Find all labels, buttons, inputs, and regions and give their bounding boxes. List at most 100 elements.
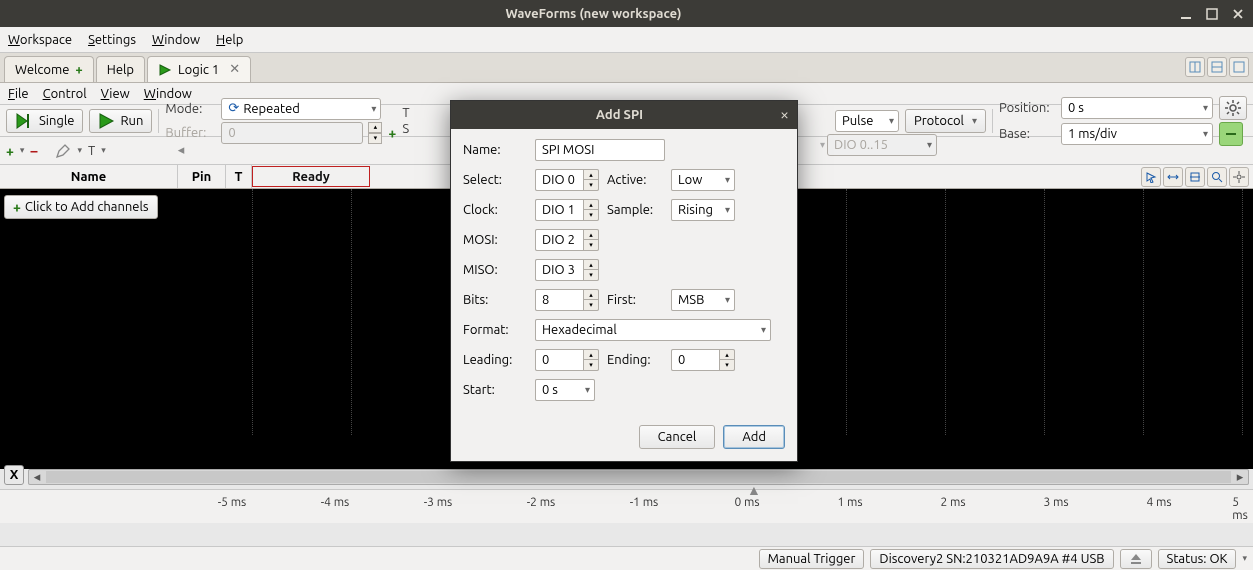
window-layout-button-1[interactable] bbox=[1185, 57, 1205, 77]
status-ready: Ready bbox=[252, 166, 370, 187]
zoom-h-icon[interactable] bbox=[1163, 167, 1183, 187]
play-icon bbox=[158, 63, 172, 77]
ending-spinner[interactable]: 0▴▾ bbox=[671, 349, 735, 371]
mode-label: Mode: bbox=[165, 102, 215, 116]
column-trigger: T bbox=[226, 165, 252, 188]
run-label: Run bbox=[120, 114, 143, 128]
dialog-close-icon[interactable]: × bbox=[780, 106, 789, 124]
tab-welcome[interactable]: Welcome + bbox=[4, 56, 94, 82]
tab-help[interactable]: Help bbox=[96, 56, 145, 82]
statusbar: Manual Trigger Discovery2 SN:210321AD9A9… bbox=[0, 546, 1253, 570]
manual-trigger-button[interactable]: Manual Trigger bbox=[759, 549, 865, 569]
edit-icon[interactable] bbox=[55, 143, 71, 159]
base-extra-button[interactable] bbox=[1219, 122, 1243, 146]
protocol-button[interactable]: Protocol▾ bbox=[905, 109, 986, 133]
miso-label: MISO: bbox=[463, 263, 527, 277]
tab-logic[interactable]: Logic 1 ✕ bbox=[147, 56, 251, 82]
magnifier-icon[interactable] bbox=[1207, 167, 1227, 187]
leading-spinner[interactable]: 0▴▾ bbox=[535, 349, 599, 371]
column-name: Name bbox=[0, 165, 178, 188]
cursor-icon[interactable] bbox=[1141, 167, 1161, 187]
position-select[interactable]: 0 s bbox=[1061, 97, 1213, 119]
select-label: Select: bbox=[463, 173, 527, 187]
repeat-icon: ⟳ bbox=[228, 101, 239, 116]
miso-spinner[interactable]: DIO 3▴▾ bbox=[535, 259, 599, 281]
submenu-control[interactable]: Control bbox=[43, 87, 87, 101]
device-status-button[interactable]: Discovery2 SN:210321AD9A9A #4 USB bbox=[870, 549, 1113, 569]
window-layout-button-2[interactable] bbox=[1207, 57, 1227, 77]
channel-list-panel: + Click to Add channels bbox=[0, 189, 252, 469]
select-spinner[interactable]: DIO 0▴▾ bbox=[535, 169, 599, 191]
dialog-titlebar[interactable]: Add SPI × bbox=[451, 101, 797, 129]
eject-icon[interactable] bbox=[1120, 549, 1152, 569]
clock-spinner[interactable]: DIO 1▴▾ bbox=[535, 199, 599, 221]
format-select[interactable]: Hexadecimal bbox=[535, 319, 771, 341]
scroll-right-icon[interactable]: ▸ bbox=[1232, 470, 1248, 485]
tab-help-label: Help bbox=[107, 63, 134, 77]
buffer-spinner: ▴▾ bbox=[368, 122, 382, 144]
single-label: Single bbox=[39, 114, 74, 128]
mosi-label: MOSI: bbox=[463, 233, 527, 247]
window-minimize-icon[interactable] bbox=[1179, 7, 1193, 21]
tick-label: 2 ms bbox=[940, 496, 965, 509]
tick-label: -2 ms bbox=[527, 496, 556, 509]
tick-label: 1 ms bbox=[837, 496, 862, 509]
scroll-left-icon[interactable]: ◂ bbox=[29, 470, 45, 485]
bits-spinner[interactable]: 8▴▾ bbox=[535, 289, 599, 311]
column-pin: Pin bbox=[178, 165, 226, 188]
window-close-icon[interactable] bbox=[1231, 7, 1245, 21]
base-select[interactable]: 1 ms/div bbox=[1061, 123, 1213, 145]
submenu-view[interactable]: View bbox=[101, 87, 130, 101]
start-select[interactable]: 0 s bbox=[535, 379, 595, 401]
remove-channel-icon[interactable]: – bbox=[30, 143, 37, 159]
single-button[interactable]: Single bbox=[6, 109, 83, 133]
sample-label: Sample: bbox=[607, 203, 663, 217]
window-layout-button-3[interactable] bbox=[1229, 57, 1249, 77]
leading-label: Leading: bbox=[463, 353, 527, 367]
menu-window[interactable]: Window bbox=[152, 33, 200, 47]
add-button[interactable]: Add bbox=[723, 425, 785, 449]
wave-gear-icon[interactable] bbox=[1229, 167, 1249, 187]
window-titlebar: WaveForms (new workspace) bbox=[0, 0, 1253, 27]
dialog-title: Add SPI bbox=[459, 108, 780, 122]
menu-settings[interactable]: Settings bbox=[88, 33, 136, 47]
position-gear-button[interactable] bbox=[1219, 96, 1247, 120]
plus-icon[interactable]: + bbox=[388, 125, 396, 141]
close-icon[interactable]: ✕ bbox=[229, 62, 240, 77]
menu-help[interactable]: Help bbox=[216, 33, 243, 47]
main-menubar: Workspace Settings Window Help bbox=[0, 27, 1253, 53]
tick-label: 5 ms bbox=[1232, 496, 1248, 522]
scroll-left-icon[interactable]: ◂ bbox=[178, 143, 185, 158]
mode-value: Repeated bbox=[243, 102, 300, 116]
ending-label: Ending: bbox=[607, 353, 663, 367]
mode-select[interactable]: ⟳ Repeated bbox=[221, 98, 381, 120]
run-button[interactable]: Run bbox=[89, 109, 152, 133]
time-axis: ▲ -5 ms -4 ms -3 ms -2 ms -1 ms 0 ms 1 m… bbox=[0, 489, 1253, 523]
mosi-spinner[interactable]: DIO 2▴▾ bbox=[535, 229, 599, 251]
status-ok-button[interactable]: Status: OK bbox=[1158, 549, 1237, 569]
add-channel-icon[interactable]: + bbox=[6, 143, 14, 159]
cancel-button[interactable]: Cancel bbox=[639, 425, 716, 449]
sample-select[interactable]: Rising bbox=[671, 199, 735, 221]
submenu-file[interactable]: File bbox=[8, 87, 29, 101]
close-panel-button[interactable]: X bbox=[4, 465, 24, 485]
tab-logic-label: Logic 1 bbox=[178, 63, 219, 77]
tick-label: -1 ms bbox=[630, 496, 659, 509]
first-select[interactable]: MSB bbox=[671, 289, 735, 311]
dio-select: DIO 0..15 bbox=[827, 134, 937, 156]
add-channels-button[interactable]: + Click to Add channels bbox=[4, 195, 158, 219]
buffer-label: Buffer: bbox=[165, 126, 215, 140]
name-input[interactable]: SPI MOSI bbox=[535, 139, 665, 161]
tab-welcome-label: Welcome bbox=[15, 63, 69, 77]
active-select[interactable]: Low bbox=[671, 169, 735, 191]
window-maximize-icon[interactable] bbox=[1205, 7, 1219, 21]
zoom-fit-icon[interactable] bbox=[1185, 167, 1205, 187]
start-label: Start: bbox=[463, 383, 527, 397]
plus-icon: + bbox=[75, 63, 82, 77]
position-label: Position: bbox=[999, 101, 1055, 115]
menu-workspace[interactable]: Workspace bbox=[8, 33, 72, 47]
horizontal-scrollbar[interactable]: ◂ ▸ bbox=[28, 469, 1249, 485]
pulse-select[interactable]: Pulse bbox=[835, 110, 899, 132]
bits-label: Bits: bbox=[463, 293, 527, 307]
tick-label: 0 ms bbox=[734, 496, 759, 509]
